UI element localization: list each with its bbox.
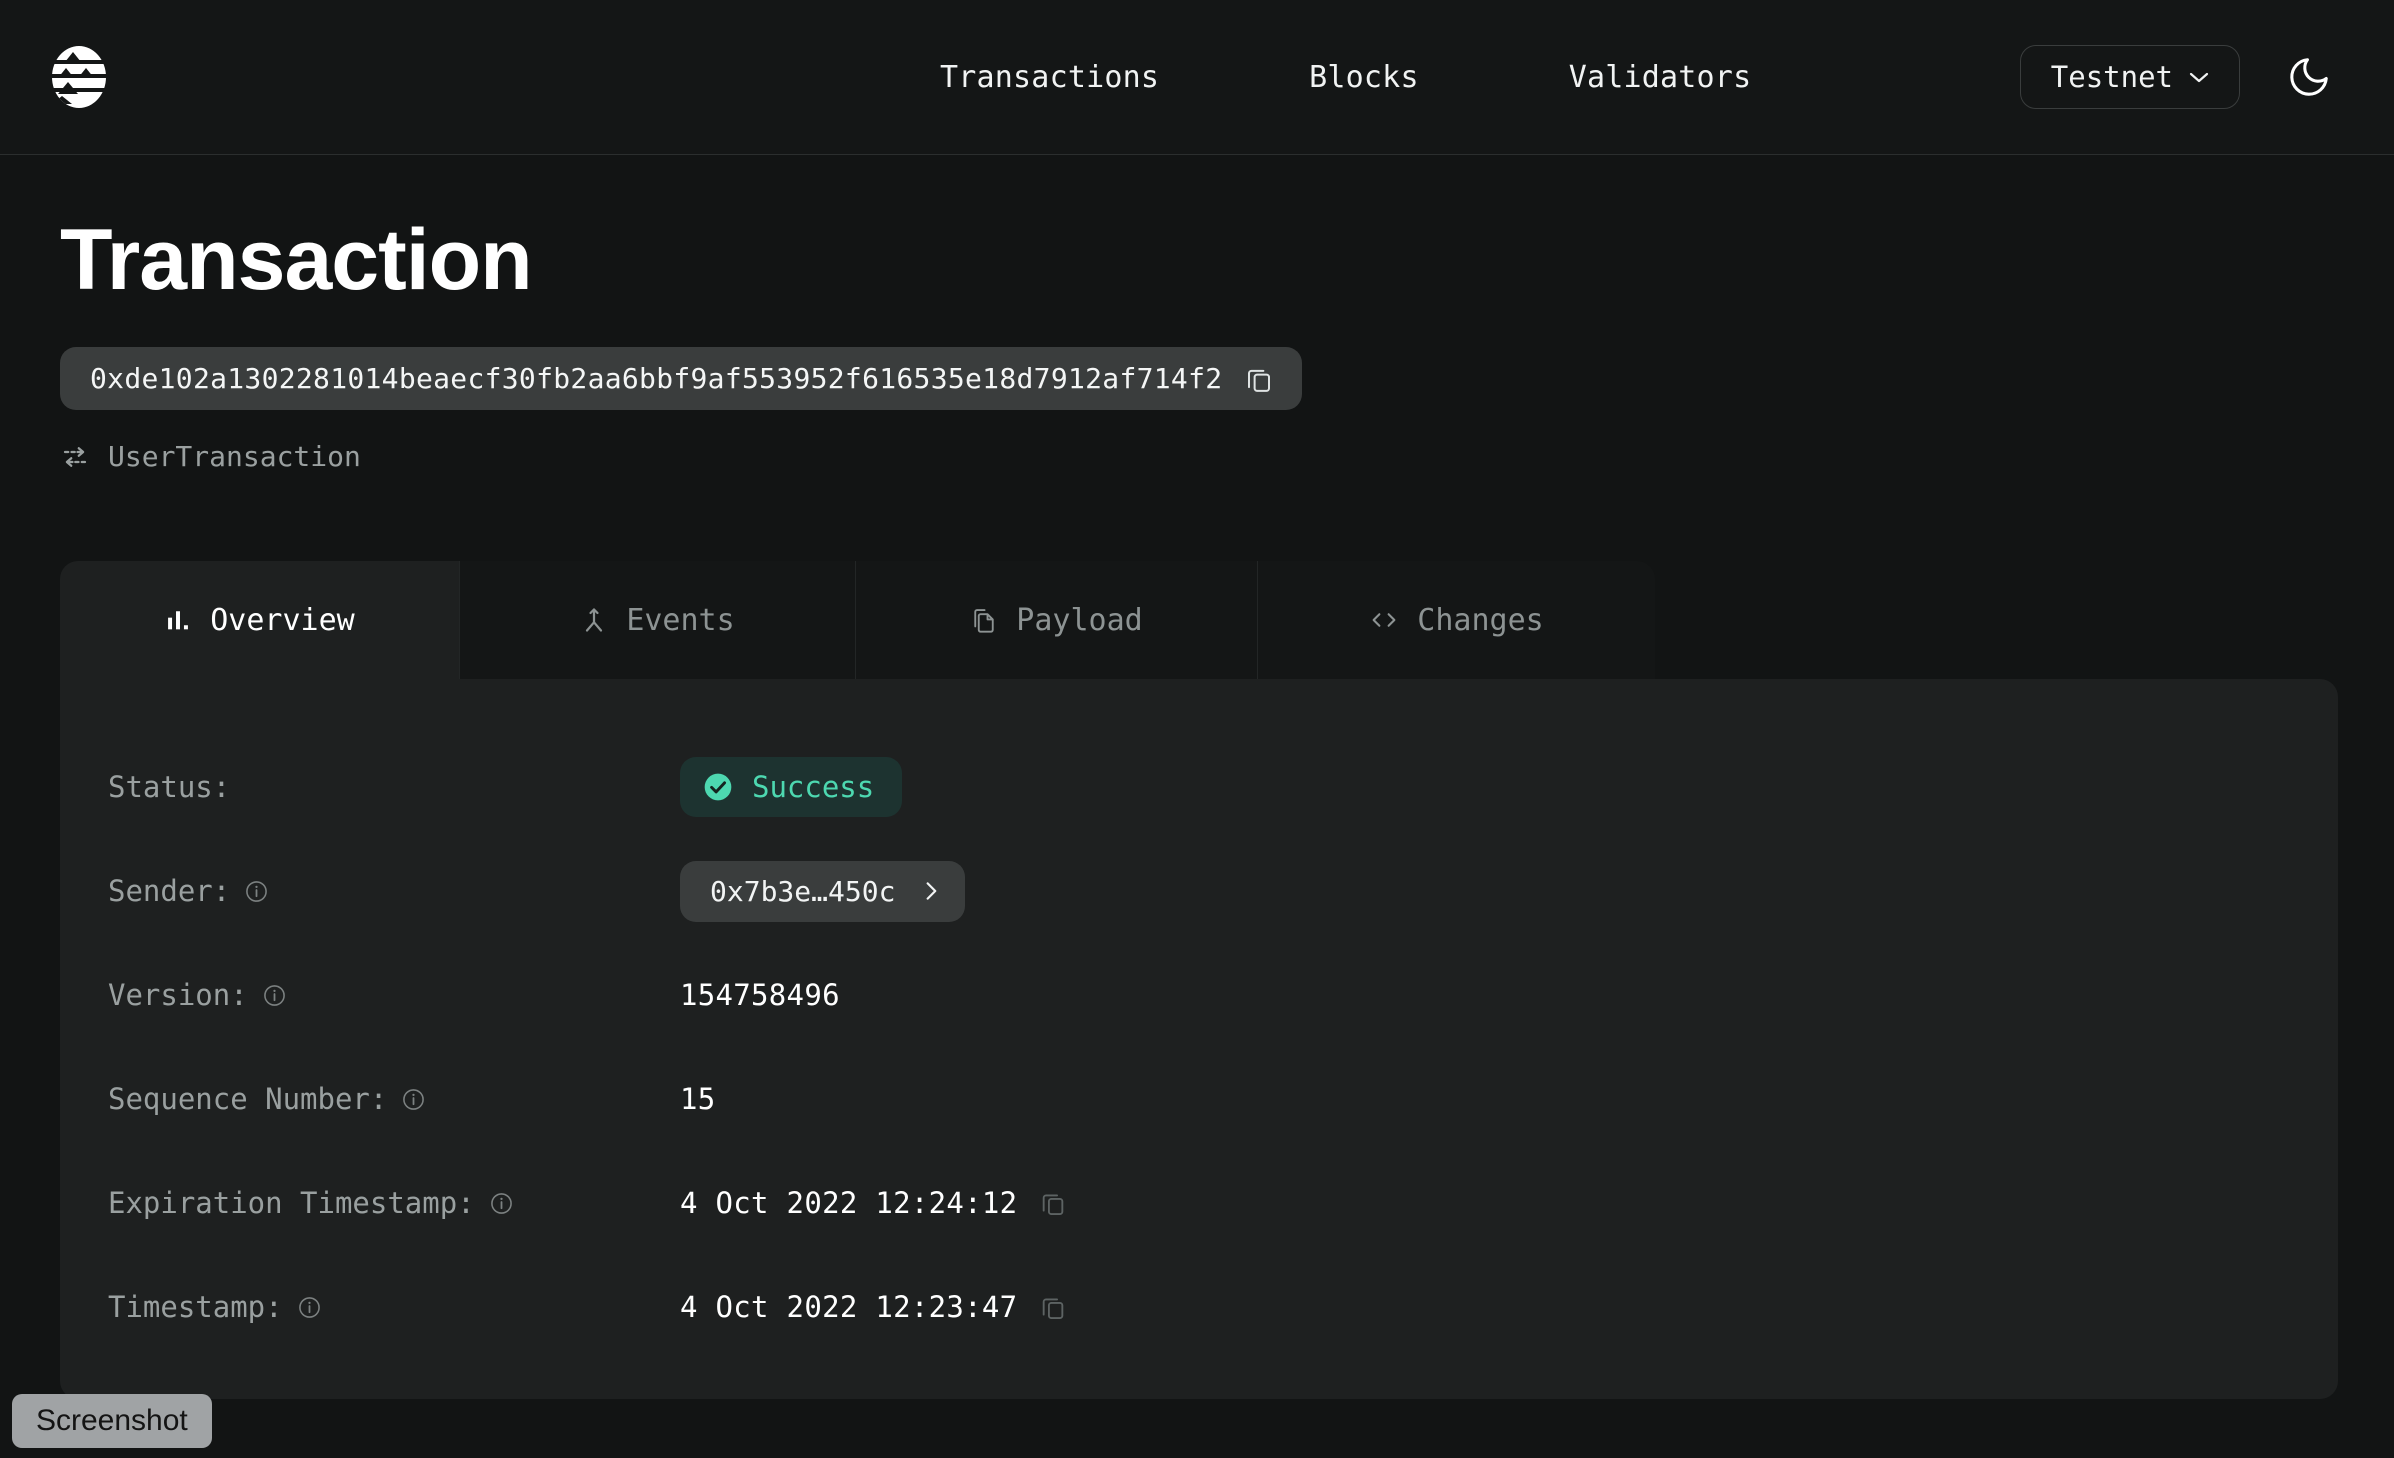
row-value-status: Success bbox=[680, 757, 902, 817]
version-value: 154758496 bbox=[680, 978, 840, 1012]
copy-files-icon bbox=[970, 606, 998, 634]
screenshot-tooltip[interactable]: Screenshot bbox=[12, 1394, 212, 1448]
activity-person-icon bbox=[580, 606, 608, 634]
row-value-expiration-timestamp: 4 Oct 2022 12:24:12 bbox=[680, 1186, 1067, 1220]
row-label-text: Version: bbox=[108, 978, 248, 1012]
moon-icon bbox=[2286, 54, 2332, 100]
header-actions: Testnet bbox=[2020, 45, 2338, 109]
sequence-number-value: 15 bbox=[680, 1082, 716, 1116]
row-value-sequence-number: 15 bbox=[680, 1082, 716, 1116]
tab-payload-label: Payload bbox=[1016, 603, 1142, 638]
transfer-arrows-icon bbox=[60, 442, 90, 472]
row-value-version: 154758496 bbox=[680, 978, 840, 1012]
nav-item-blocks[interactable]: Blocks bbox=[1309, 60, 1419, 95]
row-label-timestamp: Timestamp: bbox=[108, 1290, 680, 1324]
overview-panel: Status: Success Sender: bbox=[60, 679, 2338, 1399]
tab-changes[interactable]: Changes bbox=[1258, 561, 1655, 679]
theme-toggle-button[interactable] bbox=[2280, 48, 2338, 106]
transaction-type: UserTransaction bbox=[60, 440, 2338, 473]
nav-item-transactions[interactable]: Transactions bbox=[940, 60, 1159, 95]
table-row: Status: Success bbox=[60, 735, 2338, 839]
row-label-status: Status: bbox=[108, 770, 680, 804]
sender-address-text: 0x7b3e…450c bbox=[710, 875, 895, 908]
copy-icon[interactable] bbox=[1244, 364, 1274, 394]
copy-icon[interactable] bbox=[1039, 1189, 1067, 1217]
transaction-type-label: UserTransaction bbox=[108, 440, 361, 473]
table-row: Sender: 0x7b3e…450c bbox=[60, 839, 2338, 943]
info-icon[interactable] bbox=[401, 1087, 426, 1112]
row-value-sender: 0x7b3e…450c bbox=[680, 861, 965, 922]
table-row: Timestamp: 4 Oct 2022 12:23:47 bbox=[60, 1255, 2338, 1359]
tab-overview[interactable]: Overview bbox=[60, 561, 460, 679]
copy-icon[interactable] bbox=[1039, 1293, 1067, 1321]
row-value-timestamp: 4 Oct 2022 12:23:47 bbox=[680, 1290, 1067, 1324]
status-badge-label: Success bbox=[752, 770, 874, 804]
table-row: Sequence Number: 15 bbox=[60, 1047, 2338, 1151]
row-label-expiration-timestamp: Expiration Timestamp: bbox=[108, 1186, 680, 1220]
table-row: Expiration Timestamp: 4 Oct 2022 12:24:1… bbox=[60, 1151, 2338, 1255]
aptos-logo-icon[interactable] bbox=[40, 38, 118, 116]
network-selector[interactable]: Testnet bbox=[2020, 45, 2240, 109]
tab-events[interactable]: Events bbox=[460, 561, 856, 679]
status-badge: Success bbox=[680, 757, 902, 817]
tab-payload[interactable]: Payload bbox=[856, 561, 1258, 679]
transaction-hash-chip[interactable]: 0xde102a1302281014beaecf30fb2aa6bbf9af55… bbox=[60, 347, 1302, 410]
row-label-text: Expiration Timestamp: bbox=[108, 1186, 475, 1220]
main-nav: Transactions Blocks Validators bbox=[940, 60, 1751, 95]
expiration-timestamp-value: 4 Oct 2022 12:24:12 bbox=[680, 1186, 1017, 1220]
table-row: Version: 154758496 bbox=[60, 943, 2338, 1047]
main-content: Transaction 0xde102a1302281014beaecf30fb… bbox=[0, 215, 2394, 1399]
info-icon[interactable] bbox=[262, 983, 287, 1008]
check-circle-icon bbox=[702, 771, 734, 803]
row-label-sequence-number: Sequence Number: bbox=[108, 1082, 680, 1116]
code-brackets-icon bbox=[1369, 606, 1399, 634]
nav-item-validators[interactable]: Validators bbox=[1569, 60, 1752, 95]
row-label-version: Version: bbox=[108, 978, 680, 1012]
row-label-text: Sequence Number: bbox=[108, 1082, 387, 1116]
row-label-text: Status: bbox=[108, 770, 230, 804]
page-title: Transaction bbox=[60, 215, 2338, 305]
bar-chart-icon bbox=[164, 606, 192, 634]
row-label-sender: Sender: bbox=[108, 874, 680, 908]
chevron-down-icon bbox=[2189, 71, 2209, 83]
site-header: Transactions Blocks Validators Testnet bbox=[0, 0, 2394, 155]
info-icon[interactable] bbox=[244, 879, 269, 904]
info-icon[interactable] bbox=[297, 1295, 322, 1320]
network-selector-label: Testnet bbox=[2051, 60, 2173, 94]
tab-changes-label: Changes bbox=[1417, 603, 1543, 638]
transaction-hash-text: 0xde102a1302281014beaecf30fb2aa6bbf9af55… bbox=[90, 362, 1222, 395]
row-label-text: Sender: bbox=[108, 874, 230, 908]
chevron-right-icon bbox=[921, 878, 943, 904]
row-label-text: Timestamp: bbox=[108, 1290, 283, 1324]
info-icon[interactable] bbox=[489, 1191, 514, 1216]
tab-overview-label: Overview bbox=[210, 603, 355, 638]
timestamp-value: 4 Oct 2022 12:23:47 bbox=[680, 1290, 1017, 1324]
tab-bar: Overview Events Payload Ch bbox=[60, 561, 1655, 679]
sender-address-link[interactable]: 0x7b3e…450c bbox=[680, 861, 965, 922]
tab-events-label: Events bbox=[626, 603, 734, 638]
